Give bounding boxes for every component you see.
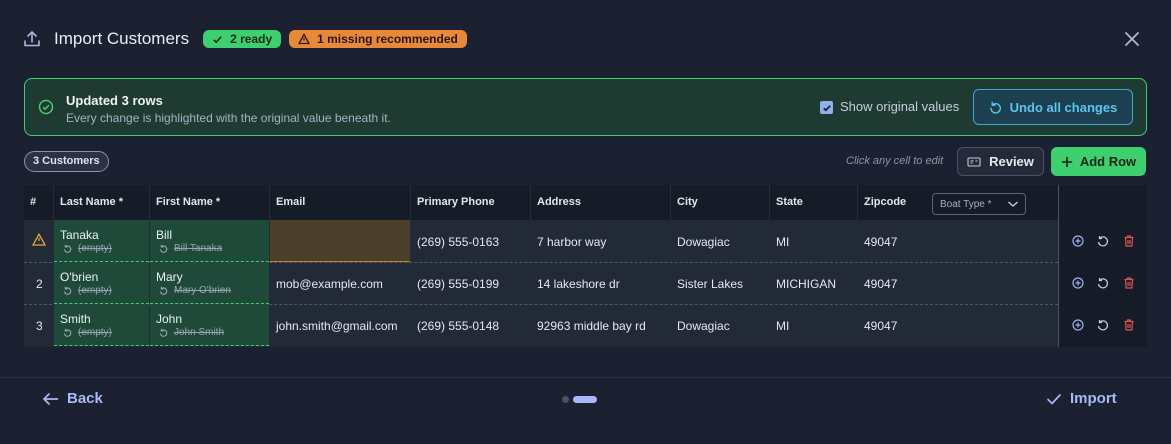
boat-type-label: Boat Type * [940,199,992,210]
cell-email[interactable]: mob@example.com [276,262,406,304]
edit-hint: Click any cell to edit [846,155,944,167]
col-header-address[interactable]: Address [537,196,581,208]
reset-icon [63,244,72,253]
cell-city[interactable]: Sister Lakes [677,262,767,304]
undo-icon [990,101,1001,114]
add-circle-icon[interactable] [1071,318,1085,332]
cell-state[interactable]: MICHIGAN [776,262,856,304]
review-label: Review [989,154,1034,169]
cell-phone[interactable]: (269) 555-0148 [417,304,527,346]
cell-first-name[interactable]: John John Smith [150,304,269,346]
check-circle-icon [38,99,54,115]
col-header-state[interactable]: State [776,196,803,208]
back-button[interactable]: Back [42,390,103,407]
table-row: 3 Smith (empty) John John Smith john.smi… [24,304,1147,346]
add-circle-icon[interactable] [1071,276,1085,290]
back-label: Back [67,390,103,407]
show-original-checkbox[interactable] [820,101,833,114]
step-indicator [562,396,597,403]
import-label: Import [1070,390,1117,407]
add-row-label: Add Row [1079,154,1137,169]
arrow-left-icon [43,392,59,405]
cell-last-name[interactable]: O'brien (empty) [54,262,149,304]
col-header-phone[interactable]: Primary Phone [417,196,495,208]
reset-icon[interactable] [1096,276,1110,290]
cell-email-missing[interactable] [270,220,410,262]
trash-icon[interactable] [1122,318,1136,332]
boat-type-select[interactable]: Boat Type * [932,193,1026,215]
warning-badge-label: 1 missing recommended [317,32,458,46]
banner-title: Updated 3 rows [66,93,163,108]
cell-city[interactable]: Dowagiac [677,220,767,262]
reset-icon [159,244,168,253]
cell-first-name[interactable]: Mary Mary O'brien [150,262,269,304]
col-header-email[interactable]: Email [276,196,305,208]
cell-last-name[interactable]: Tanaka (empty) [54,220,149,262]
col-header-zipcode[interactable]: Zipcode [864,196,906,208]
warning-icon [298,33,311,45]
review-button[interactable]: Review [957,147,1044,176]
reset-icon [159,328,168,337]
reset-icon[interactable] [1096,318,1110,332]
cell-row-number: 2 [36,277,43,291]
cell-zipcode[interactable]: 49047 [864,304,924,346]
customer-table: # Last Name * First Name * Email Primary… [24,185,1147,347]
dialog-title: Import Customers [54,29,190,48]
warning-badge: 1 missing recommended [289,30,467,48]
chevron-down-icon [1008,201,1018,207]
show-original-label[interactable]: Show original values [840,99,959,114]
reset-icon [63,328,72,337]
cell-zipcode[interactable]: 49047 [864,220,924,262]
cell-email[interactable]: john.smith@gmail.com [276,304,406,346]
cell-zipcode[interactable]: 49047 [864,262,924,304]
table-header: # Last Name * First Name * Email Primary… [24,185,1147,220]
step-dot [562,396,569,403]
undo-all-label: Undo all changes [1009,99,1118,115]
ready-badge: 2 ready [203,30,282,48]
cell-row-number: 3 [36,319,43,333]
undo-all-button[interactable]: Undo all changes [973,89,1133,125]
cell-city[interactable]: Dowagiac [677,304,767,346]
dialog-header: Import Customers 2 ready 1 missing recom… [0,0,1171,78]
id-card-icon [967,156,981,167]
cell-first-name[interactable]: Bill Bill Tanaka [150,220,269,262]
reset-icon [63,286,72,295]
step-dot-active [573,396,597,403]
reset-icon[interactable] [1096,234,1110,248]
cell-address[interactable]: 14 lakeshore dr [537,262,667,304]
col-header-city[interactable]: City [677,196,698,208]
check-icon [1047,393,1061,404]
customer-count-pill: 3 Customers [24,151,109,172]
col-header-last-name[interactable]: Last Name * [60,196,123,208]
cell-phone[interactable]: (269) 555-0163 [417,220,527,262]
check-icon [213,35,222,43]
trash-icon[interactable] [1122,234,1136,248]
cell-last-name[interactable]: Smith (empty) [54,304,149,346]
ready-badge-label: 2 ready [230,32,273,46]
table-row: 2 O'brien (empty) Mary Mary O'brien mob@… [24,262,1147,304]
add-row-button[interactable]: Add Row [1051,147,1146,176]
cell-address[interactable]: 92963 middle bay rd [537,304,667,346]
add-circle-icon[interactable] [1071,234,1085,248]
check-icon [822,104,831,111]
warning-icon [32,233,46,246]
cell-state[interactable]: MI [776,220,856,262]
plus-icon [1061,156,1073,167]
update-banner: Updated 3 rows Every change is highlight… [24,78,1147,136]
import-button[interactable]: Import [1046,390,1117,407]
cell-state[interactable]: MI [776,304,856,346]
banner-subtitle: Every change is highlighted with the ori… [66,111,391,125]
trash-icon[interactable] [1122,276,1136,290]
upload-icon [24,31,40,47]
cell-phone[interactable]: (269) 555-0199 [417,262,527,304]
close-icon[interactable] [1123,30,1141,48]
col-header-num: # [30,196,37,208]
reset-icon [159,286,168,295]
table-row: Tanaka (empty) Bill Bill Tanaka (269) 55… [24,220,1147,262]
cell-address[interactable]: 7 harbor way [537,220,667,262]
col-header-first-name[interactable]: First Name * [156,196,220,208]
